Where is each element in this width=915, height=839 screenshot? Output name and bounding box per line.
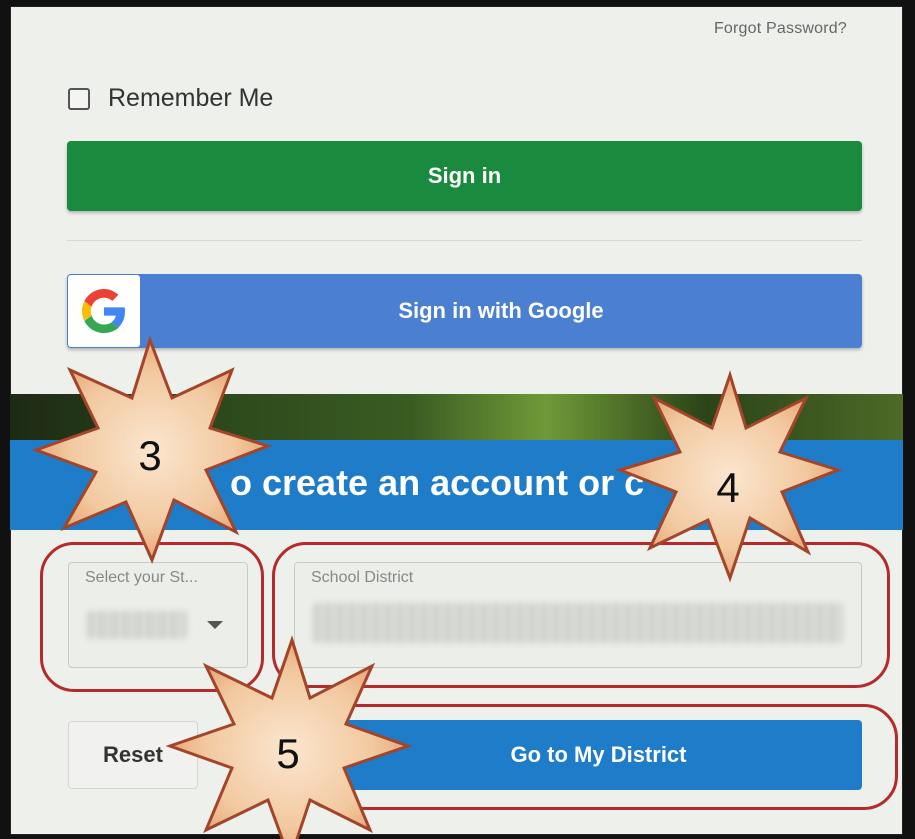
- remember-me-checkbox[interactable]: [68, 87, 90, 110]
- remember-me-row[interactable]: Remember Me: [68, 84, 273, 113]
- background-photo: [10, 394, 903, 440]
- divider: [67, 240, 862, 241]
- sign-in-button[interactable]: Sign in: [67, 141, 862, 211]
- google-sign-in-button[interactable]: Sign in with Google: [67, 274, 862, 348]
- reset-button[interactable]: Reset: [68, 721, 198, 789]
- forgot-password-link[interactable]: Forgot Password?: [714, 20, 847, 38]
- create-account-banner: o create an account or c: [10, 440, 903, 530]
- annotation-circle-state: [40, 542, 264, 692]
- google-sign-in-label: Sign in with Google: [398, 298, 604, 323]
- remember-me-label: Remember Me: [108, 84, 274, 112]
- login-panel: Forgot Password? Remember Me Sign in Sig…: [10, 6, 903, 835]
- google-icon: [68, 275, 140, 347]
- annotation-circle-go-button: [300, 704, 898, 810]
- annotation-circle-district: [272, 542, 890, 688]
- banner-text: o create an account or c: [230, 462, 645, 503]
